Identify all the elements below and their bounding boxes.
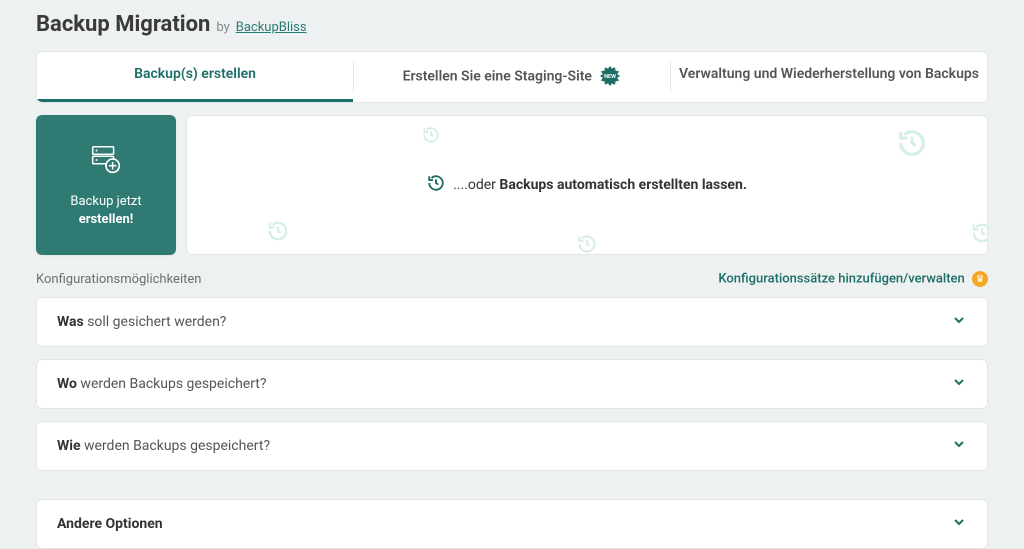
- page-title: Backup Migration: [36, 12, 210, 37]
- new-badge-icon: NEW: [599, 65, 621, 87]
- chevron-down-icon: [951, 514, 967, 534]
- clock-icon: [267, 220, 289, 246]
- accordion-what[interactable]: Was soll gesichert werden?: [36, 297, 988, 347]
- tab-staging-site[interactable]: Erstellen Sie eine Staging-Site NEW: [354, 52, 670, 102]
- config-row: Konfigurationsmöglichkeiten Konfiguratio…: [36, 271, 988, 287]
- tab-staging-label: Erstellen Sie eine Staging-Site: [403, 69, 592, 85]
- clock-icon: [897, 128, 927, 162]
- clock-icon: [422, 126, 440, 148]
- accordion-other-label: Andere Optionen: [57, 516, 163, 532]
- author-link[interactable]: BackupBliss: [236, 20, 307, 35]
- page-root: Backup Migration by BackupBliss Backup(s…: [0, 0, 1024, 549]
- auto-backup-card[interactable]: ....oder Backups automatisch erstellten …: [186, 115, 988, 255]
- by-label: by: [216, 20, 229, 35]
- clock-icon: [971, 222, 988, 248]
- accordion-what-label: Was soll gesichert werden?: [57, 314, 226, 330]
- clock-icon: [427, 174, 445, 196]
- svg-text:NEW: NEW: [605, 74, 617, 80]
- create-backup-label: Backup jetzt erstellen!: [70, 193, 141, 228]
- clock-icon: [577, 234, 597, 255]
- config-sets-link[interactable]: Konfigurationssätze hinzufügen/verwalten: [718, 271, 964, 286]
- accordion-where-label: Wo werden Backups gespeichert?: [57, 376, 267, 392]
- chevron-down-icon: [951, 312, 967, 332]
- accordion-other[interactable]: Andere Optionen: [36, 499, 988, 549]
- main-tabs: Backup(s) erstellen Erstellen Sie eine S…: [36, 51, 988, 103]
- accordion-how[interactable]: Wie werden Backups gespeichert?: [36, 421, 988, 471]
- create-backup-card[interactable]: Backup jetzt erstellen!: [36, 115, 176, 255]
- tab-create-backup[interactable]: Backup(s) erstellen: [37, 52, 353, 102]
- auto-backup-label: ....oder Backups automatisch erstellten …: [427, 174, 747, 196]
- config-options-label: Konfigurationsmöglichkeiten: [36, 272, 201, 287]
- accordion-where[interactable]: Wo werden Backups gespeichert?: [36, 359, 988, 409]
- chevron-down-icon: [951, 436, 967, 456]
- tab-manage-restore[interactable]: Verwaltung und Wiederherstellung von Bac…: [671, 52, 987, 102]
- chevron-down-icon: [951, 374, 967, 394]
- page-header: Backup Migration by BackupBliss: [36, 12, 988, 37]
- server-backup-icon: [87, 141, 125, 183]
- accordion-how-label: Wie werden Backups gespeichert?: [57, 438, 270, 454]
- crown-icon: ♛: [972, 271, 988, 287]
- hero-row: Backup jetzt erstellen!: [36, 115, 988, 255]
